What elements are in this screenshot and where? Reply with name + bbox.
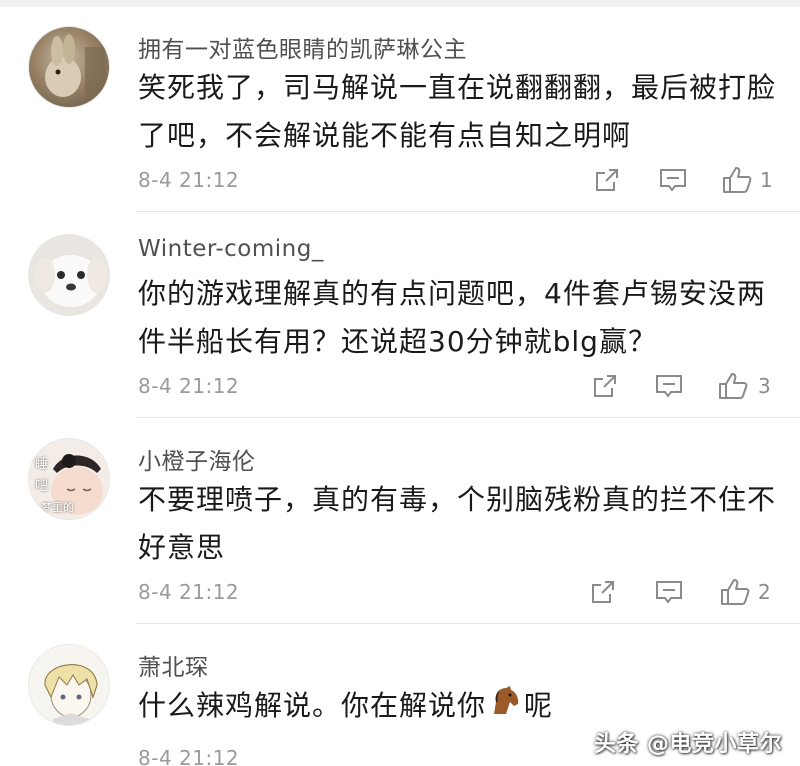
like-count: 2 <box>758 580 771 604</box>
avatar[interactable] <box>28 26 110 108</box>
avatar[interactable]: 睡 吧 梦里的 <box>28 438 110 520</box>
reply-icon[interactable] <box>652 369 686 403</box>
avatar-caption: 吧 <box>35 479 49 494</box>
username[interactable]: 萧北琛 <box>138 648 209 682</box>
comment-time: 8-4 21:12 <box>138 168 240 192</box>
share-icon[interactable] <box>586 575 620 609</box>
comment-item: 睡 吧 梦里的 小橙子海伦 不要理喷子，真的有毒，个别脑残粉真的拦不住不好意思 … <box>0 418 800 624</box>
comment-text: 不要理喷子，真的有毒，个别脑残粉真的拦不住不好意思 <box>138 483 777 564</box>
share-icon[interactable] <box>588 369 622 403</box>
username[interactable]: 拥有一对蓝色眼睛的凯萨琳公主 <box>138 30 467 64</box>
puppy-avatar-icon <box>35 255 107 307</box>
avatar[interactable] <box>28 234 110 316</box>
comment-list-page: 拥有一对蓝色眼睛的凯萨琳公主 笑死我了，司马解说一直在说翻翻翻，最后被打脸了吧，… <box>0 0 800 766</box>
comment-text-suffix: 呢 <box>524 689 554 722</box>
reply-icon[interactable] <box>656 163 690 197</box>
avatar-caption: 梦里的 <box>41 501 74 514</box>
comment-text-main: 什么辣鸡解说。你在解说你 <box>138 689 487 722</box>
comment-text: 什么辣鸡解说。你在解说你 呢 <box>138 682 778 731</box>
like-count: 1 <box>760 168 773 192</box>
like-icon[interactable] <box>720 163 754 197</box>
comment-text: 你的游戏理解真的有点问题吧，4件套卢锡安没两件半船长有用？还说超30分钟就blg… <box>138 277 766 358</box>
reply-icon[interactable] <box>652 575 686 609</box>
rabbit-avatar-icon <box>45 34 105 107</box>
username[interactable]: 小橙子海伦 <box>138 442 256 476</box>
comment-item: 拥有一对蓝色眼睛的凯萨琳公主 笑死我了，司马解说一直在说翻翻翻，最后被打脸了吧，… <box>0 0 800 212</box>
comment-text: 笑死我了，司马解说一直在说翻翻翻，最后被打脸了吧，不会解说能不能有点自知之明啊 <box>138 71 777 152</box>
comment-time: 8-4 21:12 <box>138 580 240 604</box>
share-icon[interactable] <box>590 163 624 197</box>
like-icon[interactable] <box>718 575 752 609</box>
like-count: 3 <box>758 374 771 398</box>
avatar-caption: 睡 <box>35 457 49 472</box>
username[interactable]: Winter-coming_ <box>138 236 324 262</box>
avatar[interactable] <box>28 644 110 726</box>
comment-time: 8-4 21:12 <box>138 374 240 398</box>
comment-item: Winter-coming_ 你的游戏理解真的有点问题吧，4件套卢锡安没两件半船… <box>0 212 800 418</box>
like-icon[interactable] <box>716 369 750 403</box>
watermark: 头条 @电竞小草尔 <box>593 732 782 757</box>
horse-emoji-icon <box>488 683 522 731</box>
comment-time: 8-4 21:12 <box>138 746 240 766</box>
anime-boy-avatar-icon <box>44 664 98 725</box>
